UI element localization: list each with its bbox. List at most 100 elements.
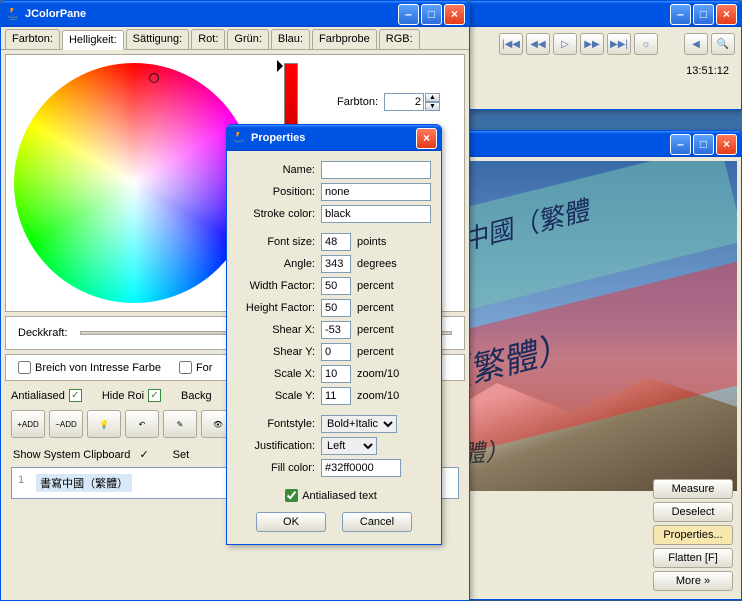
height-input[interactable] bbox=[321, 299, 351, 317]
cancel-button[interactable]: Cancel bbox=[342, 512, 412, 532]
image-window: – □ × 寫中國（繁體 （繁體） 繁體） Measure Deselect P… bbox=[432, 130, 742, 600]
scaley-input[interactable] bbox=[321, 387, 351, 405]
backg-opt[interactable]: Backg bbox=[181, 389, 212, 402]
color-title: JColorPane bbox=[25, 8, 396, 20]
play-button[interactable]: ▷ bbox=[553, 33, 577, 55]
roi-color-check[interactable]: Breich von Intresse Farbe bbox=[18, 361, 161, 374]
angle-unit: degrees bbox=[357, 258, 397, 270]
ok-button[interactable]: OK bbox=[256, 512, 326, 532]
properties-title: Properties bbox=[251, 132, 414, 144]
image-titlebar[interactable]: – □ × bbox=[433, 131, 741, 157]
minimize-button[interactable]: – bbox=[398, 4, 419, 25]
angle-input[interactable] bbox=[321, 255, 351, 273]
shearx-unit: percent bbox=[357, 324, 394, 336]
name-input[interactable] bbox=[321, 161, 431, 179]
remove-button[interactable]: −ADD bbox=[49, 410, 83, 438]
close-button[interactable]: × bbox=[444, 4, 465, 25]
image-action-buttons: Measure Deselect Properties... Flatten [… bbox=[653, 479, 733, 591]
sheary-input[interactable] bbox=[321, 343, 351, 361]
tab-rot[interactable]: Rot: bbox=[191, 29, 225, 49]
tab-helligkeit[interactable]: Helligkeit: bbox=[62, 30, 124, 50]
image-canvas[interactable]: 寫中國（繁體 （繁體） 繁體） bbox=[437, 161, 737, 491]
media-titlebar[interactable]: – □ × bbox=[467, 1, 741, 27]
color-marker[interactable] bbox=[149, 73, 159, 83]
java-icon bbox=[5, 6, 21, 22]
width-input[interactable] bbox=[321, 277, 351, 295]
add-button[interactable]: +ADD bbox=[11, 410, 45, 438]
more-button[interactable]: More » bbox=[653, 571, 733, 591]
spin-down[interactable]: ▼ bbox=[425, 102, 440, 111]
rewind-button[interactable]: ◀◀ bbox=[526, 33, 550, 55]
bulb-button[interactable]: 💡 bbox=[87, 410, 121, 438]
fontstyle-select[interactable]: Bold+Italic bbox=[321, 415, 397, 433]
antialiased-opt[interactable]: Antialiased✓ bbox=[11, 389, 82, 402]
scalex-input[interactable] bbox=[321, 365, 351, 383]
close-button[interactable]: × bbox=[716, 4, 737, 25]
just-select[interactable]: Left bbox=[321, 437, 377, 455]
color-tabs: Farbton: Helligkeit: Sättigung: Rot: Grü… bbox=[1, 27, 469, 50]
eyedropper-button[interactable]: ✎ bbox=[163, 410, 197, 438]
color-wheel[interactable] bbox=[14, 63, 254, 303]
stroke-input[interactable] bbox=[321, 205, 431, 223]
tab-farbton[interactable]: Farbton: bbox=[5, 29, 60, 49]
deselect-button[interactable]: Deselect bbox=[653, 502, 733, 522]
fontstyle-label: Fontstyle: bbox=[237, 418, 315, 430]
maximize-button[interactable]: □ bbox=[693, 134, 714, 155]
maximize-button[interactable]: □ bbox=[421, 4, 442, 25]
properties-titlebar[interactable]: Properties × bbox=[227, 125, 441, 151]
close-button[interactable]: × bbox=[716, 134, 737, 155]
scaley-label: Scale Y: bbox=[237, 390, 315, 402]
maximize-button[interactable]: □ bbox=[693, 4, 714, 25]
java-icon bbox=[231, 130, 247, 146]
scalex-unit: zoom/10 bbox=[357, 368, 399, 380]
just-label: Justification: bbox=[237, 440, 315, 452]
scaley-unit: zoom/10 bbox=[357, 390, 399, 402]
loop-button[interactable]: ☼ bbox=[634, 33, 658, 55]
deck-label: Deckkraft: bbox=[18, 327, 68, 339]
flatten-button[interactable]: Flatten [F] bbox=[653, 548, 733, 568]
clock: 13:51:12 bbox=[467, 61, 741, 81]
tab-farbprobe[interactable]: Farbprobe bbox=[312, 29, 377, 49]
zoom-button[interactable]: 🔍 bbox=[711, 33, 735, 55]
fontsize-input[interactable] bbox=[321, 233, 351, 251]
clipboard-opt[interactable]: Show System Clipboard ✓ bbox=[13, 448, 149, 461]
tab-gruen[interactable]: Grün: bbox=[227, 29, 269, 49]
measure-button[interactable]: Measure bbox=[653, 479, 733, 499]
fill-label: Fill color: bbox=[237, 462, 315, 474]
properties-dialog: Properties × Name: Position: Stroke colo… bbox=[226, 124, 442, 545]
fastfwd-button[interactable]: ▶▶ bbox=[580, 33, 604, 55]
hideroi-opt[interactable]: Hide Roi✓ bbox=[102, 389, 161, 402]
speaker-button[interactable]: ◀ bbox=[684, 33, 708, 55]
fontsize-unit: points bbox=[357, 236, 386, 248]
media-window: – □ × |◀◀ ◀◀ ▷ ▶▶ ▶▶| ☼ ◀ 🔍 13:51:12 bbox=[466, 0, 742, 110]
first-button[interactable]: |◀◀ bbox=[499, 33, 523, 55]
close-button[interactable]: × bbox=[416, 128, 437, 149]
minimize-button[interactable]: – bbox=[670, 4, 691, 25]
color-titlebar[interactable]: JColorPane – □ × bbox=[1, 1, 469, 27]
text-content[interactable]: 書寫中國（繁體） bbox=[36, 474, 132, 492]
last-button[interactable]: ▶▶| bbox=[607, 33, 631, 55]
sheary-label: Shear Y: bbox=[237, 346, 315, 358]
fill-input[interactable] bbox=[321, 459, 401, 477]
tab-saettigung[interactable]: Sättigung: bbox=[126, 29, 190, 49]
for-check[interactable]: For bbox=[179, 361, 213, 374]
width-unit: percent bbox=[357, 280, 394, 292]
farbton-label: Farbton: bbox=[318, 96, 378, 108]
name-label: Name: bbox=[237, 164, 315, 176]
position-label: Position: bbox=[237, 186, 315, 198]
farbton-input[interactable] bbox=[384, 93, 424, 111]
antialias-check[interactable]: Antialiased text bbox=[285, 489, 377, 502]
fontsize-label: Font size: bbox=[237, 236, 315, 248]
scalex-label: Scale X: bbox=[237, 368, 315, 380]
width-label: Width Factor: bbox=[237, 280, 315, 292]
position-input[interactable] bbox=[321, 183, 431, 201]
tab-rgb[interactable]: RGB: bbox=[379, 29, 420, 49]
undo-button[interactable]: ↶ bbox=[125, 410, 159, 438]
spin-up[interactable]: ▲ bbox=[425, 93, 440, 102]
properties-button[interactable]: Properties... bbox=[653, 525, 733, 545]
set-label: Set bbox=[173, 449, 190, 461]
minimize-button[interactable]: – bbox=[670, 134, 691, 155]
angle-label: Angle: bbox=[237, 258, 315, 270]
shearx-input[interactable] bbox=[321, 321, 351, 339]
tab-blau[interactable]: Blau: bbox=[271, 29, 310, 49]
